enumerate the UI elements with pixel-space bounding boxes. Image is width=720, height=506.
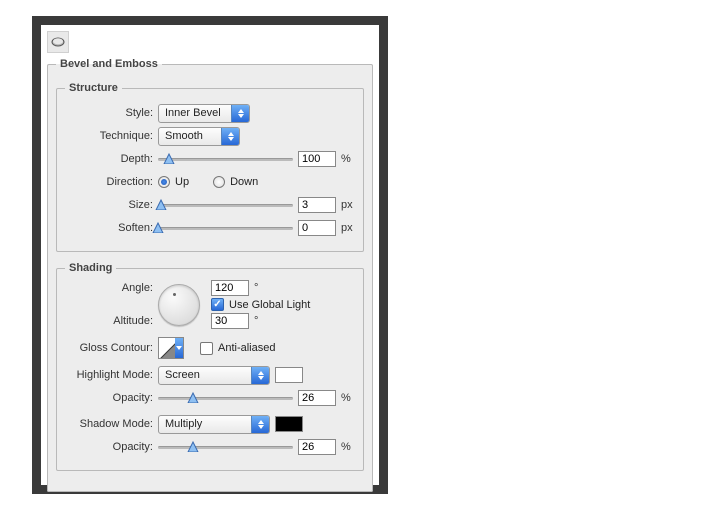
shadow-mode-value: Multiply bbox=[159, 418, 251, 430]
technique-select[interactable]: Smooth bbox=[158, 127, 240, 146]
highlight-mode-value: Screen bbox=[159, 369, 251, 381]
size-label: Size: bbox=[65, 199, 153, 211]
angle-unit: ° bbox=[254, 282, 268, 294]
chevron-updown-icon bbox=[251, 416, 269, 433]
soften-slider[interactable] bbox=[158, 221, 293, 235]
ellipse-tool-icon[interactable] bbox=[47, 31, 69, 53]
highlight-color-swatch[interactable] bbox=[275, 367, 303, 383]
style-label: Style: bbox=[65, 107, 153, 119]
shadow-color-swatch[interactable] bbox=[275, 416, 303, 432]
bevel-emboss-title: Bevel and Emboss bbox=[56, 58, 162, 70]
shading-title: Shading bbox=[65, 262, 116, 274]
highlight-mode-select[interactable]: Screen bbox=[158, 366, 270, 385]
highlight-mode-label: Highlight Mode: bbox=[65, 369, 153, 381]
direction-down-radio[interactable] bbox=[213, 176, 225, 188]
angle-label: Angle: bbox=[65, 282, 153, 294]
anti-aliased-label: Anti-aliased bbox=[218, 342, 275, 354]
bevel-emboss-group: Bevel and Emboss Structure Style: Inner … bbox=[47, 58, 373, 492]
altitude-label: Altitude: bbox=[65, 315, 153, 327]
shadow-mode-select[interactable]: Multiply bbox=[158, 415, 270, 434]
style-select[interactable]: Inner Bevel bbox=[158, 104, 250, 123]
depth-label: Depth: bbox=[65, 153, 153, 165]
direction-up-radio[interactable] bbox=[158, 176, 170, 188]
chevron-updown-icon bbox=[251, 367, 269, 384]
shadow-opacity-slider[interactable] bbox=[158, 440, 293, 454]
highlight-opacity-label: Opacity: bbox=[65, 392, 153, 404]
use-global-light-checkbox[interactable] bbox=[211, 298, 224, 311]
depth-slider[interactable] bbox=[158, 152, 293, 166]
direction-up-label: Up bbox=[175, 176, 189, 188]
gloss-contour-label: Gloss Contour: bbox=[65, 342, 153, 354]
depth-input[interactable] bbox=[298, 151, 336, 167]
size-slider[interactable] bbox=[158, 198, 293, 212]
chevron-updown-icon bbox=[231, 105, 249, 122]
altitude-unit: ° bbox=[254, 315, 268, 327]
structure-group: Structure Style: Inner Bevel Technique: … bbox=[56, 82, 364, 252]
soften-label: Soften: bbox=[65, 222, 153, 234]
highlight-opacity-slider[interactable] bbox=[158, 391, 293, 405]
shadow-opacity-input[interactable] bbox=[298, 439, 336, 455]
anti-aliased-checkbox[interactable] bbox=[200, 342, 213, 355]
technique-label: Technique: bbox=[65, 130, 153, 142]
structure-title: Structure bbox=[65, 82, 122, 94]
highlight-opacity-unit: % bbox=[341, 392, 355, 404]
gloss-contour-picker[interactable] bbox=[158, 337, 184, 359]
dialog-content: Bevel and Emboss Structure Style: Inner … bbox=[41, 25, 379, 485]
direction-label: Direction: bbox=[65, 176, 153, 188]
soften-input[interactable] bbox=[298, 220, 336, 236]
dialog-frame: Bevel and Emboss Structure Style: Inner … bbox=[32, 16, 388, 494]
chevron-updown-icon bbox=[221, 128, 239, 145]
highlight-opacity-input[interactable] bbox=[298, 390, 336, 406]
shadow-mode-label: Shadow Mode: bbox=[65, 418, 153, 430]
size-input[interactable] bbox=[298, 197, 336, 213]
style-select-value: Inner Bevel bbox=[159, 107, 231, 119]
technique-select-value: Smooth bbox=[159, 130, 221, 142]
shading-group: Shading Angle: ° Use Global Light Altitu… bbox=[56, 262, 364, 471]
chevron-down-icon bbox=[175, 338, 183, 358]
angle-dial[interactable] bbox=[158, 284, 200, 326]
altitude-input[interactable] bbox=[211, 313, 249, 329]
depth-unit: % bbox=[341, 153, 355, 165]
size-unit: px bbox=[341, 199, 355, 211]
shadow-opacity-unit: % bbox=[341, 441, 355, 453]
use-global-light-label: Use Global Light bbox=[229, 299, 310, 311]
direction-down-label: Down bbox=[230, 176, 258, 188]
angle-input[interactable] bbox=[211, 280, 249, 296]
shadow-opacity-label: Opacity: bbox=[65, 441, 153, 453]
soften-unit: px bbox=[341, 222, 355, 234]
